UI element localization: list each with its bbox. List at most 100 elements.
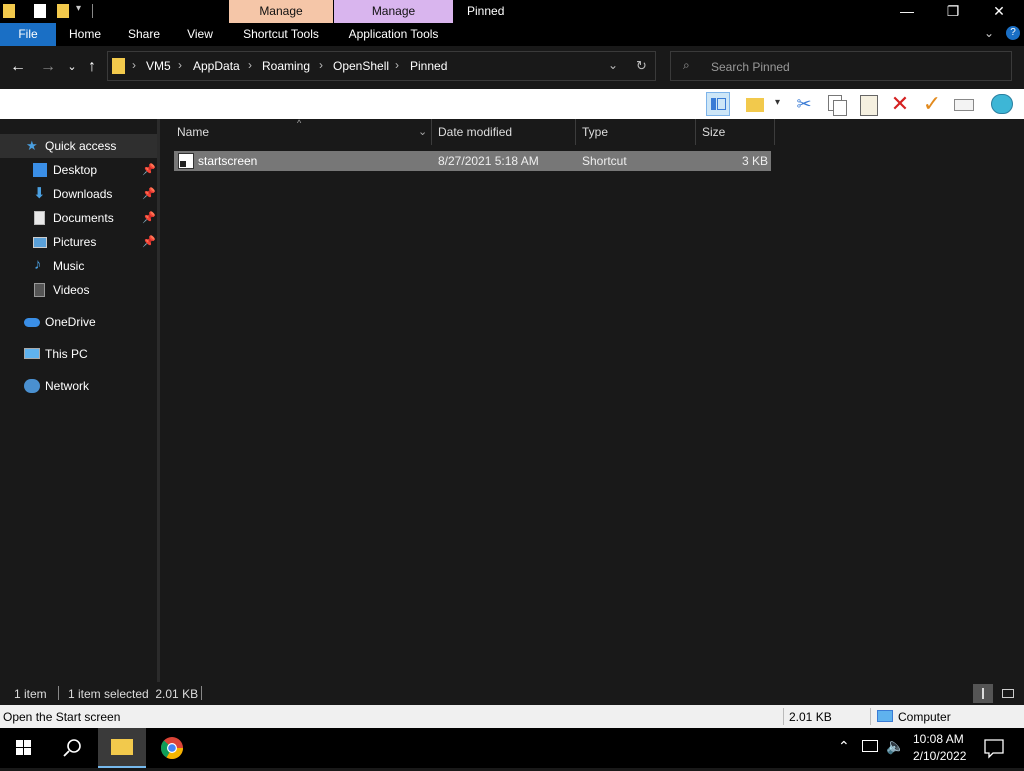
folder-icon (112, 58, 125, 74)
tab-share[interactable]: Share (119, 23, 169, 46)
nav-label: Desktop (53, 163, 98, 177)
shortcut-file-icon (178, 153, 194, 169)
minimize-button[interactable]: — (884, 0, 930, 23)
file-row[interactable]: startscreen 8/27/2021 5:18 AM Shortcut 3… (174, 151, 771, 171)
column-header-name[interactable]: Name ^ ⌄ (177, 118, 427, 145)
nav-videos[interactable]: Videos (0, 278, 157, 302)
address-dropdown-icon[interactable]: ⌄ (608, 58, 618, 72)
ribbon-tabs: File Home Share View Shortcut Tools Appl… (0, 23, 1024, 46)
copy-icon[interactable] (824, 92, 848, 116)
chrome-taskbar-button[interactable] (148, 728, 196, 768)
properties-icon[interactable] (34, 4, 46, 18)
volume-muted-icon[interactable]: 🔈 (886, 737, 905, 755)
large-icons-view-button[interactable] (999, 685, 1017, 702)
column-header-type[interactable]: Type (582, 119, 682, 145)
paste-icon[interactable] (856, 92, 880, 116)
customize-quick-access-icon[interactable]: ▾ (76, 3, 81, 14)
folder-icon[interactable] (3, 4, 15, 18)
tab-file[interactable]: File (0, 23, 56, 46)
show-hidden-icons-chevron-icon[interactable]: ⌃ (838, 738, 850, 755)
column-separator[interactable] (575, 119, 576, 145)
tab-view[interactable]: View (177, 23, 223, 46)
tab-application-tools[interactable]: Application Tools (334, 23, 453, 46)
breadcrumb-separator[interactable]: › (395, 58, 399, 72)
column-filter-chevron-icon[interactable]: ⌄ (418, 119, 427, 145)
column-header-date[interactable]: Date modified (438, 119, 568, 145)
network-tray-icon[interactable] (862, 740, 878, 752)
file-date: 8/27/2021 5:18 AM (438, 154, 539, 168)
info-size: 2.01 KB (789, 710, 832, 724)
back-button[interactable]: ← (8, 56, 28, 78)
column-separator[interactable] (774, 119, 775, 145)
nav-quick-access[interactable]: ★ Quick access (0, 134, 157, 158)
breadcrumb-separator[interactable]: › (248, 58, 252, 72)
status-divider (58, 686, 59, 700)
nav-desktop[interactable]: Desktop 📌 (0, 158, 157, 182)
column-separator[interactable] (695, 119, 696, 145)
nav-downloads[interactable]: ⬇ Downloads 📌 (0, 182, 157, 206)
selection-info: 1 item selected 2.01 KB (68, 687, 199, 701)
tab-shortcut-tools[interactable]: Shortcut Tools (229, 23, 333, 46)
expand-ribbon-icon[interactable]: ⌄ (984, 26, 994, 40)
delete-icon[interactable]: ✕ (888, 92, 912, 116)
tab-home[interactable]: Home (60, 23, 110, 46)
file-explorer-taskbar-button[interactable] (98, 728, 146, 768)
sort-ascending-icon: ^ (297, 118, 302, 128)
downloads-icon: ⬇ (33, 185, 46, 202)
navigation-pane-icon[interactable] (706, 92, 730, 116)
nav-label: Pictures (53, 235, 97, 249)
restore-button[interactable]: ❐ (930, 0, 976, 23)
nav-label: Quick access (45, 139, 117, 153)
computer-icon (877, 710, 893, 722)
column-header-size[interactable]: Size (702, 119, 762, 145)
breadcrumb-separator[interactable]: › (178, 58, 182, 72)
nav-pictures[interactable]: Pictures 📌 (0, 230, 157, 254)
notification-icon (984, 739, 1004, 759)
file-type: Shortcut (582, 154, 627, 168)
breadcrumb-vm5[interactable]: VM5 (146, 59, 171, 73)
breadcrumb-openshell[interactable]: OpenShell (333, 59, 389, 73)
nav-onedrive[interactable]: OneDrive (0, 310, 157, 334)
forward-button[interactable]: → (38, 56, 58, 78)
open-shell-icon[interactable] (990, 92, 1014, 116)
address-bar[interactable]: › VM5 › AppData › Roaming › OpenShell › … (107, 51, 656, 81)
new-folder-icon[interactable] (744, 92, 768, 116)
cut-icon[interactable]: ✂ (792, 92, 816, 116)
search-taskbar-button[interactable] (48, 728, 96, 768)
status-divider (201, 686, 202, 700)
clock-date[interactable]: 2/10/2022 (913, 749, 966, 763)
refresh-icon[interactable]: ↻ (636, 58, 647, 74)
column-separator[interactable] (431, 119, 432, 145)
email-icon[interactable] (952, 92, 976, 116)
breadcrumb-separator[interactable]: › (319, 58, 323, 72)
nav-documents[interactable]: Documents 📌 (0, 206, 157, 230)
breadcrumb-separator[interactable]: › (132, 58, 136, 72)
breadcrumb-appdata[interactable]: AppData (193, 59, 240, 73)
computer-icon (24, 348, 40, 359)
nav-music[interactable]: ♪ Music (0, 254, 157, 278)
action-center-button[interactable] (976, 728, 1016, 768)
recent-locations-button[interactable]: ⌄ (62, 56, 82, 78)
start-button[interactable] (0, 728, 48, 768)
help-icon[interactable]: ? (1006, 26, 1020, 40)
breadcrumb-pinned[interactable]: Pinned (410, 59, 447, 73)
new-folder-dropdown-icon[interactable]: ▾ (775, 97, 780, 108)
context-tab-manage-application[interactable]: Manage (334, 0, 453, 23)
clock-time[interactable]: 10:08 AM (913, 732, 964, 746)
up-button[interactable]: ↑ (82, 56, 102, 78)
item-count: 1 item (14, 687, 47, 701)
details-view-button[interactable] (973, 684, 993, 703)
search-box[interactable]: ⌕ Search Pinned (670, 51, 1012, 81)
context-tab-manage-shortcut[interactable]: Manage (229, 0, 333, 23)
breadcrumb-roaming[interactable]: Roaming (262, 59, 310, 73)
search-icon: ⌕ (683, 58, 690, 72)
titlebar-divider (92, 4, 93, 18)
nav-network[interactable]: Network (0, 374, 157, 398)
search-icon (63, 739, 81, 757)
nav-this-pc[interactable]: This PC (0, 342, 157, 366)
new-folder-icon[interactable] (57, 4, 69, 18)
close-button[interactable]: ✕ (976, 0, 1022, 23)
properties-check-icon[interactable]: ✓ (920, 92, 944, 116)
explorer-toolbar: ▾ ✂ ✕ ✓ (0, 89, 1024, 119)
documents-icon (34, 211, 45, 225)
